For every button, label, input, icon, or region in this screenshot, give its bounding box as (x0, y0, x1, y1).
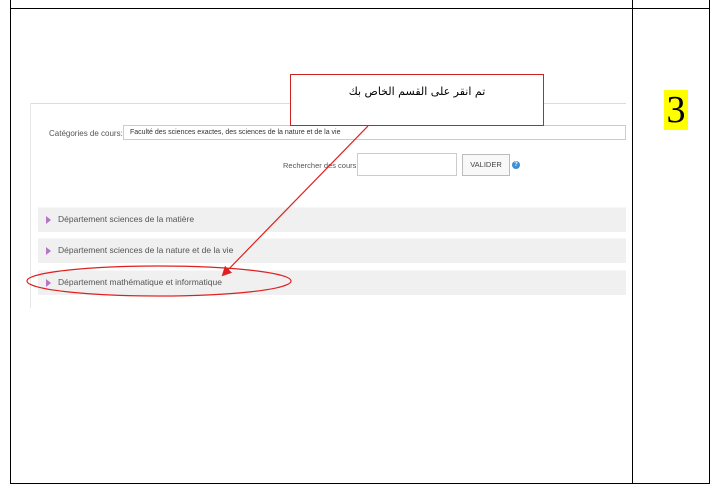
category-label: Catégories de cours: (49, 129, 123, 138)
expand-triangle-icon (46, 247, 51, 255)
table-top-rule (10, 8, 710, 9)
valider-button[interactable]: VALIDER (462, 154, 510, 176)
department-label: Département sciences de la matière (58, 214, 195, 224)
search-courses-input[interactable] (357, 153, 457, 176)
department-item-math-info[interactable]: Département mathématique et informatique (38, 270, 626, 295)
department-item-matiere[interactable]: Département sciences de la matière (38, 207, 626, 232)
department-item-nature-vie[interactable]: Département sciences de la nature et de … (38, 238, 626, 263)
department-label: Département sciences de la nature et de … (58, 245, 234, 255)
expand-triangle-icon (46, 216, 51, 224)
instruction-callout: تم انقر على القسم الخاص بك (290, 74, 544, 126)
step-number: 3 (664, 90, 688, 130)
expand-triangle-icon (46, 279, 51, 287)
callout-text: تم انقر على القسم الخاص بك (348, 85, 486, 98)
panel-left-border (30, 103, 31, 308)
category-select[interactable]: Faculté des sciences exactes, des scienc… (123, 125, 626, 140)
help-icon[interactable]: ? (512, 161, 520, 169)
table-column-divider (632, 0, 633, 484)
department-label: Département mathématique et informatique (58, 277, 222, 287)
search-courses-label: Rechercher des cours (283, 161, 357, 170)
